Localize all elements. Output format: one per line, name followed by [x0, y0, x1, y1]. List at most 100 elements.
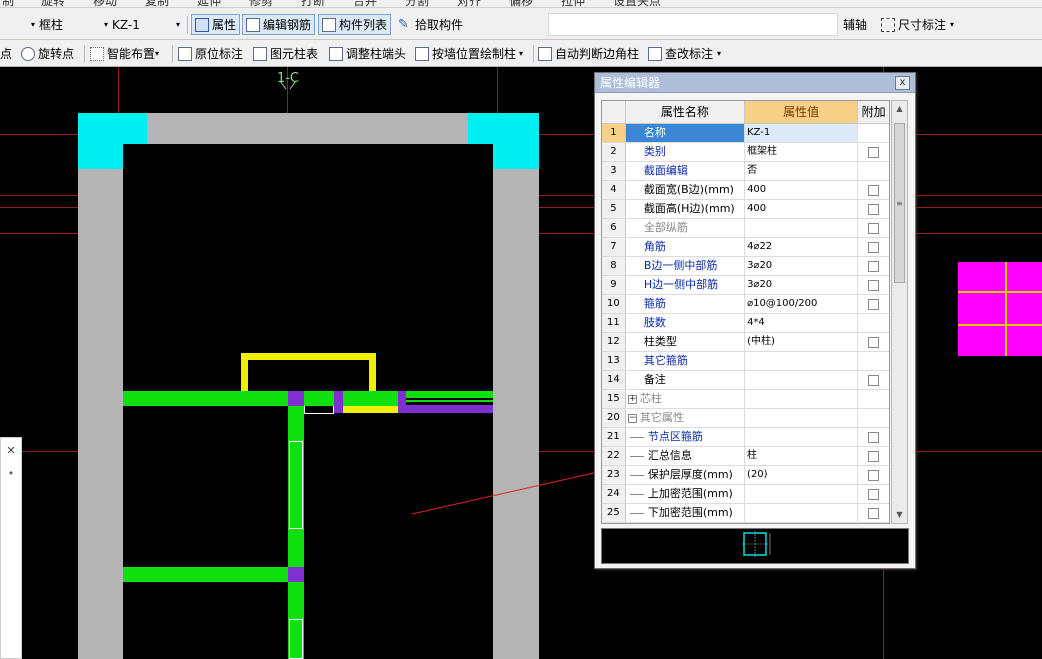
property-row[interactable]: 7 角筋 4⌀22 — [602, 238, 889, 257]
property-value[interactable]: (中柱) — [745, 333, 859, 351]
scroll-up-icon[interactable]: ▲ — [892, 101, 907, 117]
property-row[interactable]: 9 H边一侧中部筋 3⌀20 — [602, 276, 889, 295]
top-toolbar-item[interactable]: 合并 — [353, 0, 377, 7]
properties-button[interactable]: 属性 — [191, 14, 241, 35]
property-value[interactable] — [745, 428, 859, 446]
extra-checkbox[interactable] — [868, 222, 880, 234]
extra-checkbox[interactable] — [868, 184, 880, 196]
extra-checkbox[interactable] — [868, 431, 880, 443]
extra-checkbox[interactable] — [868, 507, 880, 519]
property-row[interactable]: 4 截面宽(B边)(mm) 400 — [602, 181, 889, 200]
scroll-thumb[interactable]: ≡ — [894, 123, 905, 283]
property-row[interactable]: 13 其它箍筋 — [602, 352, 889, 371]
property-value[interactable]: 400 — [745, 181, 859, 199]
top-toolbar-item[interactable]: 设置夹点 — [613, 0, 661, 7]
property-row[interactable]: 20− 其它属性 — [602, 409, 889, 428]
type-select[interactable]: ▾ 框柱 — [30, 14, 98, 35]
auto-corner-column-button[interactable]: 自动判断边角柱 — [535, 43, 642, 64]
property-value[interactable] — [745, 504, 859, 522]
property-value[interactable] — [745, 371, 859, 389]
property-value[interactable]: 框架柱 — [745, 143, 859, 161]
left-side-panel[interactable]: ✕ • — [0, 437, 22, 659]
property-row[interactable]: 8 B边一侧中部筋 3⌀20 — [602, 257, 889, 276]
top-toolbar-item[interactable]: 修剪 — [249, 0, 273, 7]
property-row[interactable]: 23 保护层厚度(mm) (20) — [602, 466, 889, 485]
property-value[interactable]: 4⌀22 — [745, 238, 859, 256]
property-value[interactable] — [745, 485, 859, 503]
property-row[interactable]: 10 箍筋 ⌀10@100/200 — [602, 295, 889, 314]
property-value[interactable]: 3⌀20 — [745, 257, 859, 275]
top-toolbar-item[interactable]: 复制 — [145, 0, 169, 7]
property-value[interactable] — [745, 352, 859, 370]
property-grid[interactable]: 属性名称 属性值 附加 1 名称 KZ-1 2 类别 框架柱 3 截面编辑 否 4 截面宽(B边)(… — [601, 100, 890, 524]
property-value[interactable]: 柱 — [745, 447, 859, 465]
top-toolbar-item[interactable]: 分割 — [405, 0, 429, 7]
component-list-button[interactable]: 构件列表 — [318, 14, 392, 35]
extra-checkbox[interactable] — [868, 203, 880, 215]
rotate-point-button[interactable]: 旋转点 — [18, 43, 77, 64]
extra-checkbox[interactable] — [868, 488, 880, 500]
property-value[interactable]: 4*4 — [745, 314, 859, 332]
property-value[interactable]: ⌀10@100/200 — [745, 295, 859, 313]
property-value[interactable]: KZ-1 — [745, 124, 859, 142]
extra-checkbox[interactable] — [868, 374, 880, 386]
adjust-column-end-button[interactable]: 调整柱端头 — [326, 43, 409, 64]
property-row[interactable]: 11 肢数 4*4 — [602, 314, 889, 333]
pick-component-button[interactable]: ✎ 拾取构件 — [395, 14, 466, 35]
top-toolbar-item[interactable]: 延伸 — [197, 0, 221, 7]
property-value[interactable]: (20) — [745, 466, 859, 484]
smart-layout-button[interactable]: 智能布置 ▾ — [87, 43, 162, 64]
property-value[interactable] — [745, 219, 859, 237]
extra-checkbox[interactable] — [868, 469, 880, 481]
property-row[interactable]: 12 柱类型 (中柱) — [602, 333, 889, 352]
name-select[interactable]: ▾ KZ-1 ▾ — [103, 14, 183, 35]
property-row[interactable]: 25 下加密范围(mm) — [602, 504, 889, 523]
extra-checkbox[interactable] — [868, 260, 880, 272]
top-toolbar-item[interactable]: 打断 — [301, 0, 325, 7]
scroll-down-icon[interactable]: ▼ — [892, 507, 907, 523]
property-value[interactable] — [745, 390, 859, 408]
top-toolbar-item[interactable]: 制 — [2, 0, 14, 7]
draw-by-wall-button[interactable]: 按墙位置绘制柱 ▾ — [412, 43, 526, 64]
in-place-annotation-button[interactable]: 原位标注 — [175, 43, 246, 64]
property-row[interactable]: 24 上加密范围(mm) — [602, 485, 889, 504]
top-toolbar-item[interactable]: 偏移 — [509, 0, 533, 7]
property-value[interactable] — [745, 409, 859, 427]
extra-checkbox[interactable] — [868, 241, 880, 253]
extra-checkbox[interactable] — [868, 298, 880, 310]
top-toolbar-item[interactable]: 拉伸 — [561, 0, 585, 7]
property-row[interactable]: 14 备注 — [602, 371, 889, 390]
property-row[interactable]: 22 汇总信息 柱 — [602, 447, 889, 466]
expand-icon[interactable]: + — [627, 394, 637, 404]
header-extra: 附加 — [858, 101, 889, 123]
top-toolbar-item[interactable]: 移动 — [93, 0, 117, 7]
top-toolbar-item[interactable]: 对齐 — [457, 0, 481, 7]
top-toolbar-item[interactable]: 旋转 — [41, 0, 65, 7]
property-row[interactable]: 5 截面高(H边)(mm) 400 — [602, 200, 889, 219]
property-value[interactable]: 400 — [745, 200, 859, 218]
point-button[interactable]: 点 — [0, 43, 15, 64]
extra-checkbox[interactable] — [868, 146, 880, 158]
property-row[interactable]: 15 + 芯柱 — [602, 390, 889, 409]
extra-checkbox[interactable] — [868, 279, 880, 291]
close-icon[interactable]: ✕ — [1, 444, 21, 457]
extra-checkbox[interactable] — [868, 450, 880, 462]
check-annotation-button[interactable]: 查改标注 ▾ — [645, 43, 724, 64]
property-row[interactable]: 3 截面编辑 否 — [602, 162, 889, 181]
property-row[interactable]: 2 类别 框架柱 — [602, 143, 889, 162]
property-value[interactable]: 否 — [745, 162, 859, 180]
property-value[interactable]: 3⌀20 — [745, 276, 859, 294]
grid-scrollbar[interactable]: ▲ ≡ ▼ — [891, 100, 908, 524]
property-row[interactable]: 6 全部纵筋 — [602, 219, 889, 238]
extra-checkbox[interactable] — [868, 336, 880, 348]
wall-icon — [415, 46, 429, 61]
column-table-button[interactable]: 图元柱表 — [250, 43, 321, 64]
collapse-icon[interactable]: − — [627, 413, 637, 423]
edit-rebar-button[interactable]: 编辑钢筋 — [242, 14, 316, 35]
aux-axis-button[interactable]: 辅轴 — [840, 14, 870, 35]
dimension-button[interactable]: 尺寸标注 ▾ — [878, 14, 957, 35]
dialog-close-button[interactable]: x — [895, 76, 910, 90]
property-row[interactable]: 21 节点区箍筋 — [602, 428, 889, 447]
property-row[interactable]: 1 名称 KZ-1 — [602, 124, 889, 143]
property-editor-dialog[interactable]: 属性编辑器 x 属性名称 属性值 附加 1 名称 KZ-1 2 类别 框架柱 3 截面编辑否 4… — [594, 72, 916, 569]
